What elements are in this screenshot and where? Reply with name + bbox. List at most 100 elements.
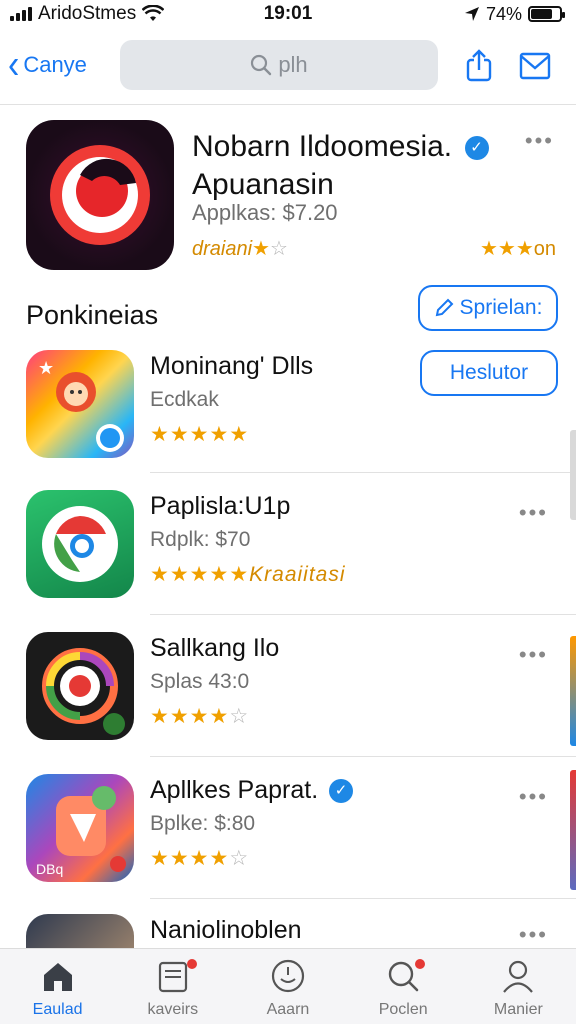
verified-badge-icon: ✓ [329,779,354,804]
featured-rating-left: draiani★☆ [192,238,288,260]
list-item[interactable]: Naniolinoblen ••• [26,914,576,948]
tab-label: Eaulad [32,1001,83,1018]
app-name: Moninang' Dlls [150,352,314,380]
row-divider [150,898,576,899]
search-input[interactable]: plh [120,40,438,90]
app-icon: DBq [26,774,134,882]
app-icon [26,490,134,598]
featured-app-title: Nobarn Ildoomesia. ✓ Apuanasin [192,128,492,204]
chevron-left-icon: ‹ [8,42,20,88]
featured-app-price: Applkas: $7.20 [192,200,338,225]
more-options-icon[interactable]: ••• [519,924,548,946]
wifi-icon [142,5,165,21]
star-filled-icon: ★ [209,423,230,446]
app-name: Sallkang Ilo [150,634,280,662]
pencil-icon [435,298,453,317]
verified-badge-icon: ✓ [464,136,489,161]
section-title: Ponkineias [26,300,159,330]
star-filled-icon: ★ [189,705,210,728]
app-rating-text: Kraaiitasi [249,563,346,586]
list-item[interactable]: Sallkang Ilo Splas 43:0 ★★★★☆ ••• [26,632,576,744]
star-filled-icon: ★ [189,563,210,586]
battery-percent: 74% [485,3,522,24]
tab-apps[interactable]: kaveirs [123,957,223,1019]
tab-search[interactable]: Poclen [353,957,453,1019]
tab-home[interactable]: Eaulad [8,957,108,1019]
star-filled-icon: ★ [209,847,230,870]
app-rating: ★★★★☆ [150,846,249,871]
search-placeholder: plh [278,52,308,77]
battery-level [531,9,552,19]
featured-title-line1: Nobarn Ildoomesia. [192,130,453,163]
app-name: Naniolinoblen [150,916,302,944]
more-options-icon[interactable]: ••• [519,644,548,666]
app-rating: ★★★★☆ [150,704,249,729]
search-icon [251,54,272,76]
star-filled-icon: ★ [150,847,170,870]
star-filled-icon: ★ [169,423,190,446]
star-empty-icon: ☆ [229,705,250,728]
star-filled-icon: ★ [189,847,210,870]
app-icon [26,914,134,948]
profile-icon [503,960,534,993]
star-filled-icon: ★ [209,705,230,728]
star-filled-icon: ★ [229,563,250,586]
share-icon[interactable] [462,48,496,82]
back-button[interactable]: ‹ Canye [8,45,116,86]
app-icon [26,632,134,740]
app-icon: ★ [26,350,134,458]
featured-app[interactable]: Nobarn Ildoomesia. ✓ Apuanasin Applkas: … [26,120,556,272]
edge-card [570,430,576,520]
tab-label: Poclen [378,1001,428,1018]
star-filled-icon: ★ [169,705,190,728]
back-label: Canye [23,52,87,77]
star-filled-icon: ★ [169,563,190,586]
star-empty-icon: ☆ [229,847,250,870]
app-rating: ★★★★★Kraaiitasi [150,562,346,587]
star-filled-icon: ★ [209,563,230,586]
app-name-text: Apllkes Paprat. [150,776,319,804]
status-right: 74% [464,3,565,25]
tab-label: kaveirs [147,1001,199,1018]
svg-text:DBq: DBq [36,861,63,877]
app-name: Paplisla:U1p [150,492,291,520]
list-item[interactable]: Paplisla:U1p Rdplk: $70 ★★★★★Kraaiitasi … [26,490,576,602]
featured-more-icon[interactable]: ••• [525,130,554,152]
list-item[interactable]: DBq Apllkes Paprat. ✓ Bplke: $:80 ★★★★☆ … [26,774,576,886]
row-divider [150,756,576,757]
tab-games[interactable]: Aaarn [238,957,338,1019]
nav-bar: ‹ Canye plh [0,34,576,96]
star-filled-icon: ★ [150,563,170,586]
featured-title-line2: Apuanasin [192,168,334,201]
header-divider [0,104,576,105]
tab-profile[interactable]: Manier [468,957,568,1019]
carrier-label: AridoStmes [38,3,137,24]
tab-label: Manier [493,1001,543,1018]
games-icon [271,959,305,993]
battery-icon [528,6,565,22]
status-left: AridoStmes [10,3,165,25]
more-options-icon[interactable]: ••• [519,786,548,808]
star-filled-icon: ★ [189,423,210,446]
mail-icon[interactable] [518,48,552,82]
star-filled-icon: ★ [150,705,170,728]
list-item[interactable]: ★ Moninang' Dlls Ecdkak ★★★★★ [26,350,576,462]
featured-rating-left-text: draiani [192,238,253,260]
app-subtitle: Splas 43:0 [150,670,250,693]
app-subtitle: Rdplk: $70 [150,528,251,551]
home-icon [43,963,72,991]
featured-rating-right: ★★★on [479,238,556,260]
row-divider [150,472,576,473]
featured-app-icon [26,120,174,270]
star-filled-icon: ★ [229,423,250,446]
app-subtitle: Bplke: $:80 [150,812,256,835]
notification-dot [186,959,197,969]
status-bar: AridoStmes 19:01 74% [0,0,576,28]
section-action-button[interactable]: Sprielan: [418,285,558,331]
signal-icon [10,7,32,21]
status-time: 19:01 [263,3,313,24]
more-options-icon[interactable]: ••• [519,502,548,524]
star-filled-icon: ★ [169,847,190,870]
row-divider [150,614,576,615]
tab-bar: Eaulad kaveirs Aaarn Poclen Manier [0,948,576,1024]
